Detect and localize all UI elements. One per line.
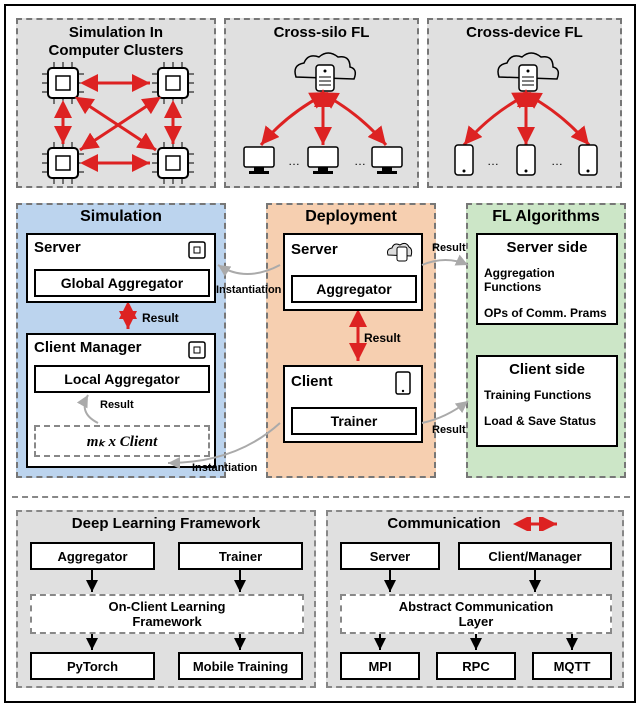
- cloud-server-icon: [385, 239, 413, 263]
- panel-simulation: Simulation Server Global Aggregator Clie…: [16, 203, 226, 478]
- mqtt-box: MQTT: [532, 652, 612, 680]
- trainer-box: Trainer: [178, 542, 303, 570]
- separator: [12, 496, 630, 498]
- sim-cluster-graphic: [18, 60, 218, 190]
- red-double-arrow-icon: [513, 517, 563, 531]
- server-box: Server Global Aggregator: [26, 233, 216, 303]
- panel-fl-algorithms: FL Algorithms Server side Aggregation Fu…: [466, 203, 626, 478]
- label: Client: [291, 373, 333, 390]
- panel-cross-silo: Cross-silo FL ……: [224, 18, 419, 188]
- text: Load & Save Status: [478, 412, 616, 430]
- chip-icon: [186, 339, 208, 361]
- panel-title: Cross-silo FL: [226, 20, 417, 42]
- phone-icon: [395, 371, 411, 395]
- panel-dl-framework: Deep Learning Framework Aggregator Train…: [16, 510, 316, 688]
- result-label: Result: [100, 399, 134, 411]
- onclient-box: On-Client Learning Framework: [30, 594, 304, 634]
- client-manager-box: Client/Manager: [458, 542, 612, 570]
- rpc-box: RPC: [436, 652, 516, 680]
- instantiation-label: Instantiation: [192, 462, 257, 474]
- result-label: Result: [364, 331, 401, 345]
- result-label: Result: [142, 311, 179, 325]
- svg-text:…: …: [487, 154, 499, 168]
- mobile-training-box: Mobile Training: [178, 652, 303, 680]
- result-label: Result: [432, 424, 466, 436]
- diagram-root: Simulation In Computer Clusters: [4, 4, 636, 703]
- server-side-box: Server side Aggregation Functions OPs of…: [476, 233, 618, 325]
- panel-title: FL Algorithms: [468, 205, 624, 229]
- panel-communication: Communication Server Client/Manager Abst…: [326, 510, 624, 688]
- panel-title: Deployment: [268, 205, 434, 229]
- cloud-server-icon: [498, 53, 558, 91]
- instantiation-label: Instantiation: [216, 284, 281, 296]
- label: Server side: [478, 235, 616, 256]
- monitor-icon: [372, 147, 402, 174]
- chip-icon: [152, 62, 194, 104]
- text: Aggregation Functions: [478, 264, 616, 296]
- phone-icon: [455, 145, 473, 175]
- label: Server: [34, 239, 81, 256]
- monitor-icon: [244, 147, 274, 174]
- trainer-box: Trainer: [291, 407, 417, 435]
- aggregator-box: Aggregator: [291, 275, 417, 303]
- svg-text:…: …: [551, 154, 563, 168]
- panel-deployment: Deployment Server Aggregator Client Trai…: [266, 203, 436, 478]
- device-graphic: ……: [429, 45, 624, 190]
- result-label: Result: [432, 242, 466, 254]
- pytorch-box: PyTorch: [30, 652, 155, 680]
- server-box: Server Aggregator: [283, 233, 423, 311]
- panel-title: Simulation: [18, 205, 224, 229]
- local-aggregator-box: Local Aggregator: [34, 365, 210, 393]
- panel-sim-cluster: Simulation In Computer Clusters: [16, 18, 216, 188]
- panel-cross-device: Cross-device FL ……: [427, 18, 622, 188]
- mk-client-box: mₖ x Client: [34, 425, 210, 457]
- aggregator-box: Aggregator: [30, 542, 155, 570]
- label: Client side: [478, 357, 616, 378]
- server-box: Server: [340, 542, 440, 570]
- chip-icon: [152, 142, 194, 184]
- svg-text:…: …: [354, 154, 366, 168]
- label: Client Manager: [34, 339, 142, 356]
- svg-text:…: …: [288, 154, 300, 168]
- client-manager-box: Client Manager Local Aggregator mₖ x Cli…: [26, 333, 216, 468]
- client-box: Client Trainer: [283, 365, 423, 443]
- text: OPs of Comm. Prams: [478, 304, 616, 322]
- chip-icon: [186, 239, 208, 261]
- monitor-icon: [308, 147, 338, 174]
- silo-graphic: ……: [226, 45, 421, 190]
- text: Training Functions: [478, 386, 616, 404]
- panel-title: Simulation In Computer Clusters: [18, 20, 214, 60]
- chip-icon: [42, 62, 84, 104]
- panel-title: Communication: [387, 515, 500, 532]
- client-side-box: Client side Training Functions Load & Sa…: [476, 355, 618, 447]
- global-aggregator-box: Global Aggregator: [34, 269, 210, 297]
- panel-title: Cross-device FL: [429, 20, 620, 42]
- red-double-arrow-icon: [113, 303, 143, 333]
- panel-title: Deep Learning Framework: [18, 512, 314, 535]
- phone-icon: [579, 145, 597, 175]
- phone-icon: [517, 145, 535, 175]
- chip-icon: [42, 142, 84, 184]
- cloud-server-icon: [295, 53, 355, 91]
- label: Server: [291, 241, 338, 258]
- abstract-comm-box: Abstract Communication Layer: [340, 594, 612, 634]
- panel-title-row: Communication: [328, 512, 622, 535]
- mpi-box: MPI: [340, 652, 420, 680]
